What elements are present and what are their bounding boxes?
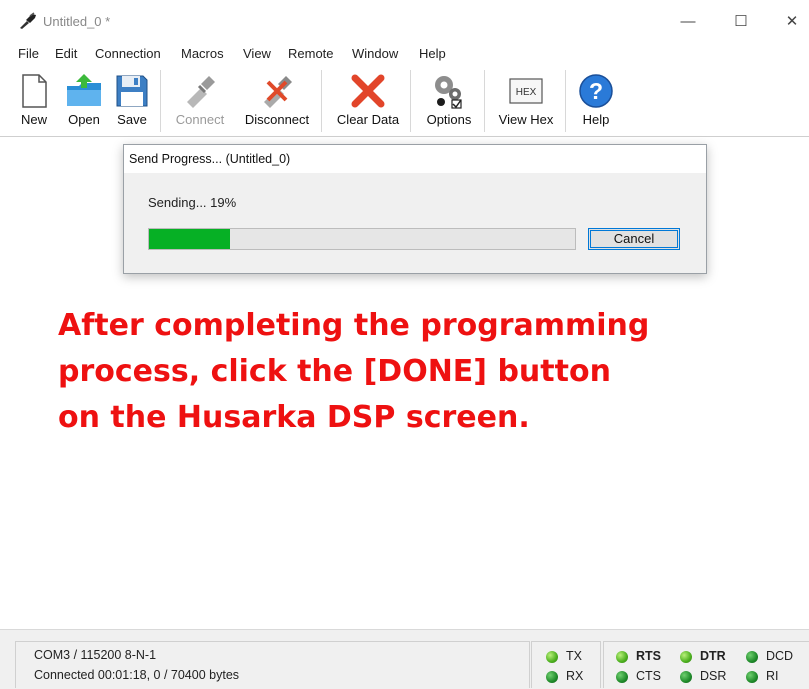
dtr-led-icon[interactable] [680,651,692,663]
instruction-text: After completing the programming process… [58,303,778,441]
dialog-title: Send Progress... (Untitled_0) [124,145,706,173]
instruction-line: process, click the [DONE] button [58,354,611,389]
open-button[interactable]: Open [62,66,106,134]
connect-button[interactable]: Connect [168,66,232,134]
send-progress-dialog: Send Progress... (Untitled_0) Sending...… [123,144,707,274]
toolbar-separator [321,70,322,132]
save-button[interactable]: Save [112,66,152,134]
maximize-button[interactable]: ☐ [726,10,756,34]
close-button[interactable]: ✕ [777,10,807,34]
connection-status: Connected 00:01:18, 0 / 70400 bytes [34,668,240,682]
dsr-led-icon [680,671,692,683]
dtr-label[interactable]: DTR [700,649,726,663]
menu-help[interactable]: Help [419,46,446,61]
new-button[interactable]: New [14,66,54,134]
window-title: Untitled_0 * [43,14,111,29]
toolbar-separator [565,70,566,132]
disconnect-button[interactable]: Disconnect [238,66,316,134]
menu-macros[interactable]: Macros [181,46,224,61]
rts-label[interactable]: RTS [636,649,661,663]
status-bar: COM3 / 115200 8-N-1 Connected 00:01:18, … [0,629,809,689]
app-icon [20,12,36,29]
open-folder-icon [67,74,101,106]
options-button[interactable]: Options [418,66,480,134]
sending-status: Sending... 19% [148,195,237,210]
dcd-led-icon [746,651,758,663]
port-settings: COM3 / 115200 8-N-1 [34,648,157,662]
tx-label: TX [566,649,582,663]
menu-file[interactable]: File [18,46,39,61]
options-gears-icon [435,76,462,109]
ri-led-icon [746,671,758,683]
menu-edit[interactable]: Edit [55,46,77,61]
menu-remote[interactable]: Remote [288,46,334,61]
hex-icon: HEX [509,78,543,104]
clear-x-icon [351,74,385,108]
connect-plug-icon [187,76,215,108]
minimize-button[interactable]: — [673,10,703,34]
toolbar-separator [484,70,485,132]
rts-led-icon[interactable] [616,651,628,663]
ri-label: RI [766,669,779,683]
toolbar-separator [410,70,411,132]
new-file-icon [22,74,47,108]
clear-data-button[interactable]: Clear Data [332,66,404,134]
save-disk-icon [116,75,148,107]
dsr-label: DSR [700,669,727,683]
cancel-button[interactable]: Cancel [588,228,680,250]
progress-fill [149,229,230,249]
menu-connection[interactable]: Connection [95,46,161,61]
menu-view[interactable]: View [243,46,271,61]
svg-text:?: ? [589,78,603,104]
cts-led-icon [616,671,628,683]
toolbar-separator [160,70,161,132]
toolbar: New Open Save Connect Disconnect Clear D… [0,66,809,137]
tx-led-icon [546,651,558,663]
title-bar: Untitled_0 * — ☐ ✕ [0,0,809,44]
instruction-line: on the Husarka DSP screen. [58,400,530,435]
view-hex-button[interactable]: HEX View Hex [492,66,560,134]
help-question-icon: ? [579,74,613,108]
menu-window[interactable]: Window [352,46,398,61]
rx-led-icon [546,671,558,683]
help-button[interactable]: ? Help [574,66,618,134]
cts-label: CTS [636,669,661,683]
instruction-line: After completing the programming [58,308,650,343]
menu-bar: File Edit Connection Macros View Remote … [0,44,809,66]
disconnect-plug-icon [264,76,292,108]
send-progress-bar [148,228,576,250]
rx-label: RX [566,669,584,683]
svg-text:HEX: HEX [516,87,537,98]
dcd-label: DCD [766,649,794,663]
